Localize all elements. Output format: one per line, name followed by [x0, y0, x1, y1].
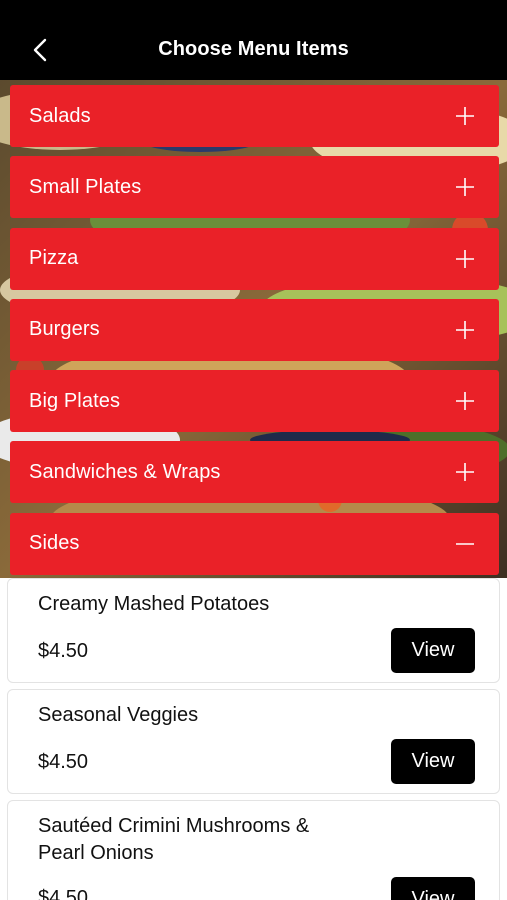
view-button[interactable]: View: [391, 739, 475, 784]
item-price: $4.50: [38, 887, 89, 900]
category-label: Sandwiches & Wraps: [29, 460, 221, 483]
item-name: Creamy Mashed Potatoes: [38, 593, 270, 615]
minus-icon: [455, 534, 475, 554]
category-pizza[interactable]: Pizza: [10, 227, 499, 290]
view-button[interactable]: View: [391, 877, 475, 900]
page-title: Choose Menu Items: [158, 38, 349, 60]
category-label: Pizza: [29, 247, 79, 270]
menu-item-card: Creamy Mashed Potatoes $4.50 View: [7, 578, 500, 683]
menu-item-card: Seasonal Veggies $4.50 View: [7, 689, 500, 794]
category-sides[interactable]: Sides: [10, 512, 499, 575]
category-salads[interactable]: Salads: [10, 85, 499, 147]
plus-icon: [455, 320, 475, 340]
menu-item-card: Sautéed Crimini Mushrooms & Pearl Onions…: [7, 800, 500, 900]
category-label: Big Plates: [29, 389, 121, 412]
item-price: $4.50: [38, 640, 89, 662]
nav-header: Choose Menu Items: [0, 0, 507, 80]
sides-item-list: Creamy Mashed Potatoes $4.50 View Season…: [0, 578, 507, 900]
item-price: $4.50: [38, 751, 89, 773]
plus-icon: [455, 391, 475, 411]
category-label: Sides: [29, 532, 80, 555]
category-label: Small Plates: [29, 175, 142, 198]
category-label: Salads: [29, 104, 91, 127]
plus-icon: [455, 462, 475, 482]
category-burgers[interactable]: Burgers: [10, 298, 499, 361]
app-screen: Choose Menu Items Salads Small Plates Pi…: [0, 0, 507, 900]
plus-icon: [455, 177, 475, 197]
plus-icon: [455, 106, 475, 126]
category-label: Burgers: [29, 318, 100, 341]
item-name: Sautéed Crimini Mushrooms & Pearl Onions: [38, 815, 310, 864]
plus-icon: [455, 249, 475, 269]
category-big-plates[interactable]: Big Plates: [10, 370, 499, 433]
item-name: Seasonal Veggies: [38, 704, 199, 726]
category-small-plates[interactable]: Small Plates: [10, 156, 499, 219]
category-list: Salads Small Plates Pizza Burgers Big Pl…: [10, 85, 499, 584]
category-sandwiches-wraps[interactable]: Sandwiches & Wraps: [10, 441, 499, 504]
view-button[interactable]: View: [391, 628, 475, 673]
